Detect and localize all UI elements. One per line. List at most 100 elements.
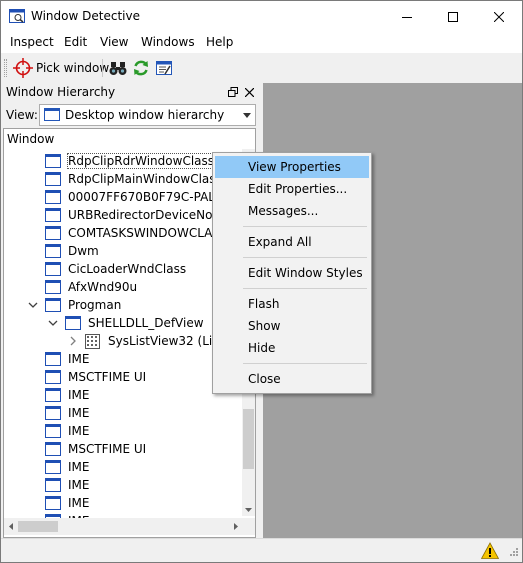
tree-item[interactable]: Progman xyxy=(4,296,242,314)
view-selector-row: View: Desktop window hierarchy xyxy=(1,103,261,127)
app-icon xyxy=(9,9,25,23)
menu-item-show[interactable]: Show xyxy=(215,315,369,337)
menu-item-flash[interactable]: Flash xyxy=(215,293,369,315)
window-icon xyxy=(45,442,61,456)
scroll-left-arrow[interactable] xyxy=(4,520,17,533)
status-bar xyxy=(1,538,522,562)
window-icon xyxy=(44,108,60,121)
tree-item-label: RdpClipRdrWindowClass xyxy=(66,153,216,169)
window-icon xyxy=(45,172,61,186)
menu-separator xyxy=(243,257,367,258)
vertical-scroll-thumb[interactable] xyxy=(243,409,254,469)
tree-item[interactable]: RdpClipRdrWindowClass xyxy=(4,152,242,170)
title-bar[interactable]: Window Detective xyxy=(1,1,522,32)
horizontal-scrollbar[interactable] xyxy=(4,518,242,535)
tree-item-label: SHELLDLL_DefView xyxy=(88,316,204,330)
dock-float-button[interactable] xyxy=(226,85,240,99)
tree-item-label: IME xyxy=(68,460,90,474)
tree-item[interactable]: AfxWnd90u xyxy=(4,278,242,296)
tree-item-label: Progman xyxy=(68,298,122,312)
window-icon xyxy=(45,190,61,204)
arrow-right-icon xyxy=(233,523,238,530)
menu-item-edit-properties[interactable]: Edit Properties... xyxy=(215,178,369,200)
tree-item[interactable]: CicLoaderWndClass xyxy=(4,260,242,278)
size-grip-icon[interactable] xyxy=(505,545,519,559)
minimize-icon xyxy=(402,16,412,18)
tree-item[interactable]: IME xyxy=(4,476,242,494)
dock-title: Window Hierarchy xyxy=(6,85,116,99)
tree-item[interactable]: IME xyxy=(4,404,242,422)
tree-item[interactable]: IME xyxy=(4,350,242,368)
window-icon xyxy=(45,208,61,222)
view-combobox[interactable]: Desktop window hierarchy xyxy=(39,104,256,126)
tree-item[interactable]: 00007FF670B0F79C-PAL_SYS xyxy=(4,188,244,206)
pick-window-button[interactable]: Pick window xyxy=(13,57,109,79)
tree-item-label: IME xyxy=(68,424,90,438)
tree-item[interactable]: MSCTFIME UI xyxy=(4,440,242,458)
tree-item-label: CicLoaderWndClass xyxy=(68,262,187,276)
find-window-button[interactable] xyxy=(109,57,127,79)
window-icon xyxy=(45,154,61,168)
chevron-down-icon[interactable] xyxy=(28,300,38,310)
toolbar-grip[interactable] xyxy=(4,59,7,77)
menu-item-hide[interactable]: Hide xyxy=(215,337,369,359)
window-icon xyxy=(65,316,81,330)
window-icon xyxy=(45,478,61,492)
tree-item-label: RdpClipMainWindowClass xyxy=(68,172,222,186)
menu-item-messages[interactable]: Messages... xyxy=(215,200,369,222)
tree-item[interactable]: IME xyxy=(4,422,242,440)
chevron-down-icon[interactable] xyxy=(48,318,58,328)
tree-item-label: IME xyxy=(68,478,90,492)
tree-item[interactable]: SysListView32 (List v xyxy=(4,332,242,350)
close-icon xyxy=(494,11,504,22)
tree-item[interactable]: MSCTFIME UI xyxy=(4,368,242,386)
tree-item[interactable]: Dwm xyxy=(4,242,242,260)
menu-item-view-properties[interactable]: View Properties xyxy=(215,156,369,178)
tree-item[interactable]: COMTASKSWINDOWCLASS xyxy=(4,224,242,242)
edit-properties-button[interactable] xyxy=(155,57,173,79)
refresh-icon xyxy=(134,60,148,76)
horizontal-scroll-thumb[interactable] xyxy=(18,521,58,532)
menu-view[interactable]: View xyxy=(100,35,128,49)
window-icon xyxy=(45,352,61,366)
tree-item[interactable]: SHELLDLL_DefView xyxy=(4,314,242,332)
refresh-button[interactable] xyxy=(132,57,150,79)
menu-item-label: Flash xyxy=(248,297,280,311)
tree-item[interactable]: IME xyxy=(4,494,242,512)
maximize-button[interactable] xyxy=(430,1,476,32)
menu-help[interactable]: Help xyxy=(206,35,233,49)
crosshair-icon xyxy=(13,58,33,78)
menu-item-label: Show xyxy=(248,319,281,333)
warning-icon[interactable] xyxy=(481,542,499,560)
tree-item-label: MSCTFIME UI xyxy=(68,370,147,384)
menu-windows[interactable]: Windows xyxy=(141,35,195,49)
menu-item-label: Expand All xyxy=(248,235,312,249)
window-icon xyxy=(45,262,61,276)
dock-close-button[interactable] xyxy=(242,85,256,99)
menu-item-edit-window-styles[interactable]: Edit Window Styles xyxy=(215,262,369,284)
scroll-down-arrow[interactable] xyxy=(242,503,255,516)
menu-item-label: Hide xyxy=(248,341,276,355)
minimize-button[interactable] xyxy=(384,1,430,32)
tree-item-label: MSCTFIME UI xyxy=(68,442,147,456)
chevron-right-icon[interactable] xyxy=(68,336,78,346)
menu-edit[interactable]: Edit xyxy=(64,35,87,49)
scroll-right-arrow[interactable] xyxy=(229,520,242,533)
tree-column-header[interactable]: Window xyxy=(4,129,255,149)
tree-item-label: IME xyxy=(68,352,90,366)
menu-separator xyxy=(243,226,367,227)
menu-item-close[interactable]: Close xyxy=(215,368,369,390)
tree-item[interactable]: IME xyxy=(4,458,242,476)
tree-item[interactable]: RdpClipMainWindowClass xyxy=(4,170,242,188)
tree-item[interactable]: URBRedirectorDeviceNotific xyxy=(4,206,242,224)
menu-item-label: Edit Properties... xyxy=(248,182,348,196)
menu-inspect[interactable]: Inspect xyxy=(10,35,54,49)
menu-item-label: View Properties xyxy=(248,160,341,174)
close-button[interactable] xyxy=(476,1,522,32)
window-icon xyxy=(45,406,61,420)
window-icon xyxy=(45,496,61,510)
view-selected-value: Desktop window hierarchy xyxy=(65,108,225,122)
menu-item-label: Messages... xyxy=(248,204,319,218)
menu-item-expand-all[interactable]: Expand All xyxy=(215,231,369,253)
tree-item[interactable]: IME xyxy=(4,386,242,404)
